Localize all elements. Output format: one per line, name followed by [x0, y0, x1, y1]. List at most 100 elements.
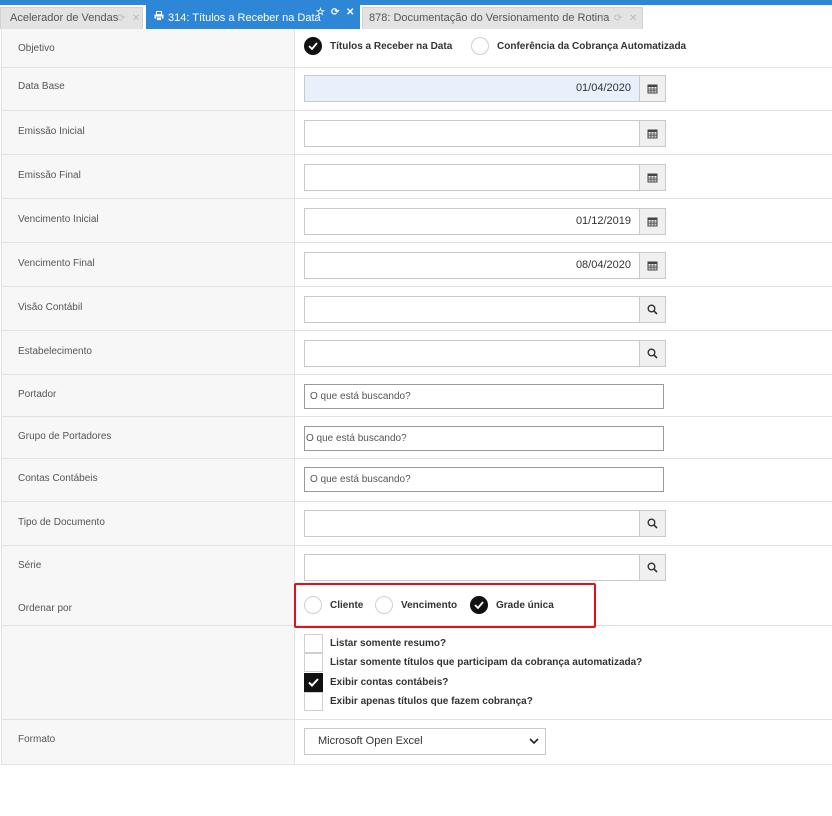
calendar-icon[interactable]: [639, 121, 665, 146]
calendar-icon[interactable]: [639, 253, 665, 278]
row-vencimento-inicial: Vencimento Inicial 01/12/2019: [2, 199, 832, 243]
checkbox-unchecked-icon: [304, 653, 323, 672]
field-label: Formato: [18, 734, 56, 745]
grupo-portadores-search-input[interactable]: O que está buscando?: [304, 426, 664, 451]
calendar-icon[interactable]: [639, 76, 665, 101]
field-label: Vencimento Final: [18, 258, 95, 269]
row-emissao-final: Emissão Final: [2, 155, 832, 199]
field-label: Vencimento Inicial: [18, 214, 99, 225]
print-icon: [154, 6, 164, 29]
formato-select[interactable]: Microsoft Open Excel: [304, 728, 546, 755]
row-vencimento-final: Vencimento Final 08/04/2020: [2, 243, 832, 287]
row-visao-contabil: Visão Contábil: [2, 287, 832, 331]
checkbox-unchecked-icon: [304, 692, 323, 711]
row-options-checkboxes: Listar somente resumo? Listar somente tí…: [2, 626, 832, 720]
checkbox-label: Listar somente títulos que participam da…: [330, 657, 643, 668]
checkbox-listar-resumo[interactable]: Listar somente resumo?: [304, 634, 446, 653]
checkbox-label: Listar somente resumo?: [330, 638, 447, 649]
search-icon[interactable]: [639, 341, 665, 366]
tab-label: 314: Títulos a Receber na Data: [168, 12, 321, 24]
tab-bar: Acelerador de Vendas ⟳ ✕ 314: Títulos a …: [0, 5, 832, 29]
data-base-input[interactable]: 01/04/2020: [304, 75, 666, 102]
tab-titulos-receber[interactable]: 314: Títulos a Receber na Data ☆ ⟳ ✕: [146, 5, 360, 29]
radio-checked-icon: [304, 37, 322, 55]
checkbox-listar-cobranca-automatizada[interactable]: Listar somente títulos que participam da…: [304, 653, 642, 672]
search-icon[interactable]: [639, 555, 665, 580]
contas-contabeis-search-input[interactable]: O que está buscando?: [304, 467, 664, 492]
checkbox-unchecked-icon: [304, 634, 323, 653]
refresh-icon[interactable]: ⟳: [331, 6, 339, 25]
field-label: Contas Contábeis: [18, 473, 98, 484]
field-label: Grupo de Portadores: [18, 431, 112, 442]
select-value: Microsoft Open Excel: [318, 735, 423, 747]
checkbox-label: Exibir contas contábeis?: [330, 677, 449, 688]
serie-input[interactable]: [304, 554, 666, 581]
vencimento-final-input[interactable]: 08/04/2020: [304, 252, 666, 279]
radio-unchecked-icon: [304, 596, 322, 614]
tab-documentacao-versionamento[interactable]: 878: Documentação do Versionamento de Ro…: [362, 7, 643, 29]
estabelecimento-input[interactable]: [304, 340, 666, 367]
row-estabelecimento: Estabelecimento: [2, 331, 832, 375]
tab-label: Acelerador de Vendas: [10, 12, 119, 24]
radio-titulos-receber[interactable]: Títulos a Receber na Data: [304, 37, 452, 55]
radio-conferencia-cobranca[interactable]: Conferência da Cobrança Automatizada: [471, 37, 686, 55]
emissao-inicial-input[interactable]: [304, 120, 666, 147]
refresh-icon[interactable]: ⟳: [117, 8, 125, 29]
row-objetivo: Objetivo Títulos a Receber na Data Confe…: [2, 29, 832, 68]
field-label: Estabelecimento: [18, 346, 92, 357]
input-value: 08/04/2020: [575, 259, 631, 271]
field-label: Visão Contábil: [18, 302, 83, 313]
close-icon[interactable]: ✕: [346, 6, 354, 25]
star-icon[interactable]: ☆: [599, 8, 608, 29]
checkbox-exibir-titulos-cobranca[interactable]: Exibir apenas títulos que fazem cobrança…: [304, 692, 533, 711]
field-label: Portador: [18, 389, 57, 400]
radio-label: Cliente: [330, 599, 364, 611]
report-form: Objetivo Títulos a Receber na Data Confe…: [1, 29, 832, 765]
tab-label: 878: Documentação do Versionamento de Ro…: [369, 12, 610, 24]
input-value: 01/04/2020: [575, 82, 631, 94]
visao-contabil-input[interactable]: [304, 296, 666, 323]
calendar-icon[interactable]: [639, 165, 665, 190]
radio-ordenar-vencimento[interactable]: Vencimento: [375, 596, 457, 614]
row-grupo-portadores: Grupo de Portadores O que está buscando?: [2, 417, 832, 459]
checkbox-exibir-contas-contabeis[interactable]: Exibir contas contábeis?: [304, 673, 448, 692]
radio-label: Vencimento: [401, 599, 458, 611]
vencimento-inicial-input[interactable]: 01/12/2019: [304, 208, 666, 235]
radio-label: Títulos a Receber na Data: [330, 40, 453, 52]
row-tipo-documento: Tipo de Documento: [2, 502, 832, 546]
row-data-base: Data Base 01/04/2020: [2, 68, 832, 111]
field-label: Data Base: [18, 81, 65, 92]
refresh-icon[interactable]: ⟳: [614, 8, 622, 29]
field-label: Emissão Final: [18, 170, 81, 181]
close-icon[interactable]: ✕: [629, 8, 637, 29]
chevron-down-icon: [529, 729, 539, 764]
row-serie-ordenar: Série Ordenar por Cliente Vencimento Gra…: [2, 546, 832, 626]
tab-acelerador-vendas[interactable]: Acelerador de Vendas ⟳ ✕: [0, 7, 143, 29]
radio-checked-icon: [470, 596, 488, 614]
field-label: Série: [18, 560, 42, 571]
field-label: Ordenar por: [18, 603, 72, 614]
radio-ordenar-grade-unica[interactable]: Grade única: [470, 596, 554, 614]
search-icon[interactable]: [639, 511, 665, 536]
radio-label: Grade única: [496, 599, 554, 611]
portador-search-input[interactable]: O que está buscando?: [304, 384, 664, 409]
input-value: 01/12/2019: [575, 215, 631, 227]
tipo-documento-input[interactable]: [304, 510, 666, 537]
row-portador: Portador O que está buscando?: [2, 375, 832, 417]
checkbox-label: Exibir apenas títulos que fazem cobrança…: [330, 696, 533, 707]
checkbox-checked-icon: [304, 673, 323, 692]
row-formato: Formato Microsoft Open Excel: [2, 720, 832, 765]
field-label: Objetivo: [18, 43, 55, 54]
radio-ordenar-cliente[interactable]: Cliente: [304, 596, 363, 614]
field-label: Emissão Inicial: [18, 126, 85, 137]
emissao-final-input[interactable]: [304, 164, 666, 191]
radio-label: Conferência da Cobrança Automatizada: [497, 40, 687, 52]
calendar-icon[interactable]: [639, 209, 665, 234]
radio-unchecked-icon: [375, 596, 393, 614]
field-label: Tipo de Documento: [18, 517, 105, 528]
star-icon[interactable]: ☆: [316, 6, 325, 25]
close-icon[interactable]: ✕: [132, 8, 140, 29]
search-icon[interactable]: [639, 297, 665, 322]
row-emissao-inicial: Emissão Inicial: [2, 111, 832, 155]
radio-unchecked-icon: [471, 37, 489, 55]
